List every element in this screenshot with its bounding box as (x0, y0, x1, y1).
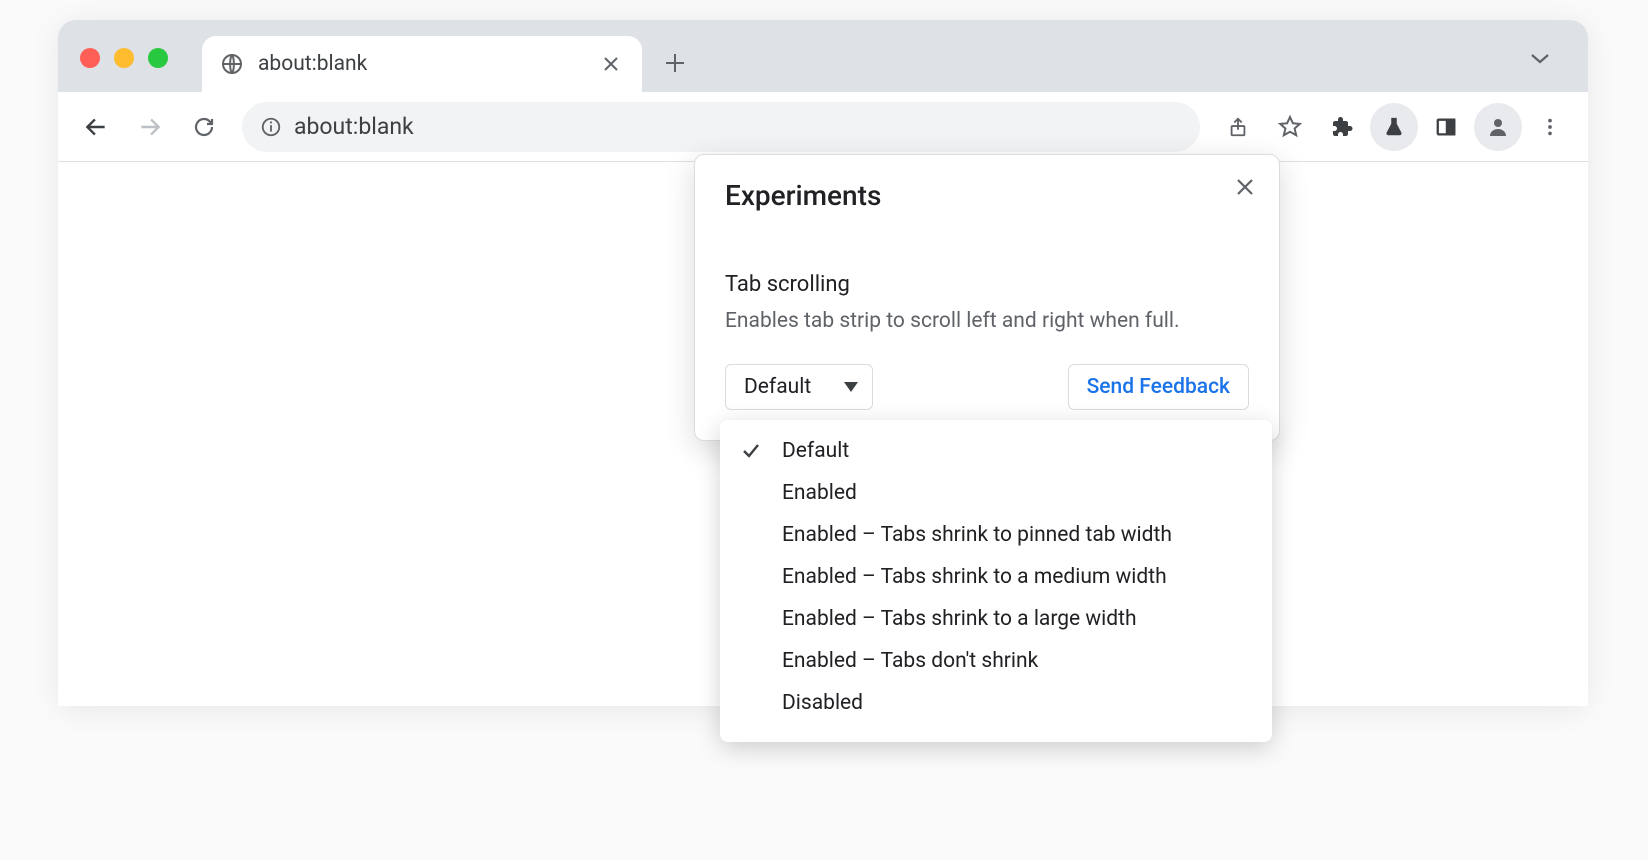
dropdown-option-label: Enabled – Tabs shrink to a medium width (782, 565, 1167, 589)
caret-down-icon (844, 382, 858, 392)
back-button[interactable] (72, 103, 120, 151)
dropdown-option[interactable]: Enabled – Tabs shrink to pinned tab widt… (720, 514, 1272, 556)
address-text: about:blank (294, 113, 1182, 140)
address-bar[interactable]: about:blank (242, 102, 1200, 152)
close-window-button[interactable] (80, 48, 100, 68)
reload-button[interactable] (180, 103, 228, 151)
fullscreen-window-button[interactable] (148, 48, 168, 68)
bookmark-button[interactable] (1266, 103, 1314, 151)
experiments-popup: Experiments Tab scrolling Enables tab st… (694, 154, 1280, 441)
dropdown-list: Default Enabled Enabled – Tabs shrink to… (720, 420, 1272, 742)
dropdown-option-label: Enabled – Tabs don't shrink (782, 649, 1038, 673)
close-popup-button[interactable] (1229, 171, 1261, 203)
toolbar: about:blank (58, 92, 1588, 162)
dropdown-option-label: Disabled (782, 691, 863, 715)
experiments-button[interactable] (1370, 103, 1418, 151)
dropdown-option-label: Enabled (782, 481, 857, 505)
experiment-name: Tab scrolling (725, 272, 1249, 297)
dropdown-option[interactable]: Enabled (720, 472, 1272, 514)
send-feedback-button[interactable]: Send Feedback (1068, 364, 1249, 410)
share-button[interactable] (1214, 103, 1262, 151)
profile-button[interactable] (1474, 103, 1522, 151)
dropdown-option-label: Enabled – Tabs shrink to pinned tab widt… (782, 523, 1172, 547)
dropdown-option[interactable]: Disabled (720, 682, 1272, 724)
dropdown-option-label: Default (782, 439, 849, 463)
select-value: Default (744, 375, 811, 399)
experiment-description: Enables tab strip to scroll left and rig… (725, 307, 1249, 336)
dropdown-option[interactable]: Default (720, 430, 1272, 472)
check-icon (736, 441, 766, 461)
forward-button[interactable] (126, 103, 174, 151)
toolbar-actions (1214, 103, 1574, 151)
menu-button[interactable] (1526, 103, 1574, 151)
window-controls (80, 48, 168, 68)
new-tab-button[interactable] (652, 40, 698, 86)
close-tab-button[interactable] (598, 51, 624, 77)
experiment-select[interactable]: Default (725, 364, 873, 410)
dropdown-option-label: Enabled – Tabs shrink to a large width (782, 607, 1137, 631)
minimize-window-button[interactable] (114, 48, 134, 68)
dropdown-option[interactable]: Enabled – Tabs don't shrink (720, 640, 1272, 682)
dropdown-option[interactable]: Enabled – Tabs shrink to a large width (720, 598, 1272, 640)
dropdown-option[interactable]: Enabled – Tabs shrink to a medium width (720, 556, 1272, 598)
info-icon[interactable] (260, 116, 282, 138)
tab-menu-button[interactable] (1518, 42, 1562, 74)
browser-tab[interactable]: about:blank (202, 36, 642, 92)
globe-icon (220, 52, 244, 76)
tab-title: about:blank (258, 52, 584, 76)
extensions-button[interactable] (1318, 103, 1366, 151)
tab-strip: about:blank (58, 20, 1588, 92)
side-panel-button[interactable] (1422, 103, 1470, 151)
popup-title: Experiments (725, 179, 1249, 212)
